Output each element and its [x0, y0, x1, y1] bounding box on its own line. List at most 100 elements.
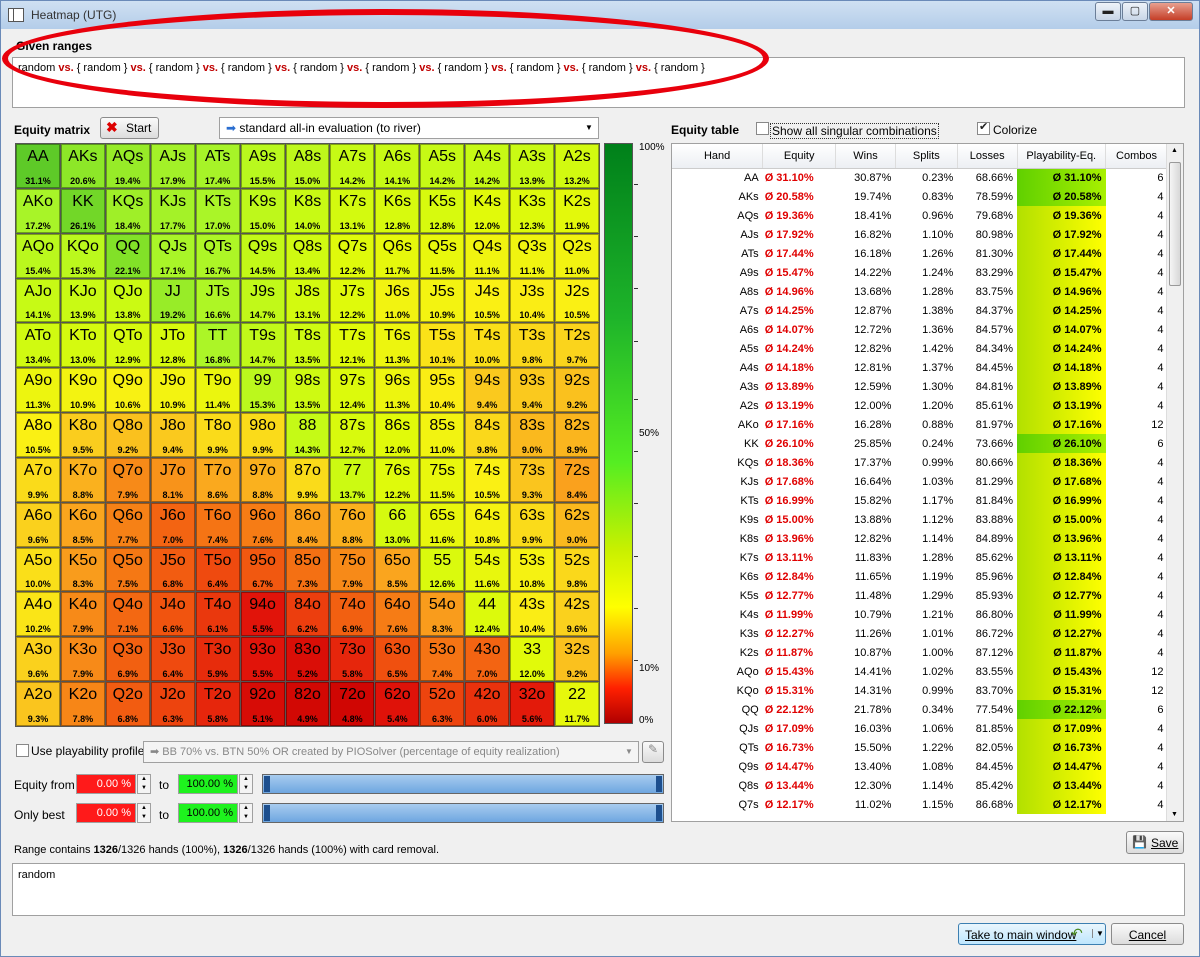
matrix-cell-K2s[interactable]: K2s 11.9% — [555, 188, 599, 233]
table-row[interactable]: K6s Ø 12.84% 11.65% 1.19% 85.96% Ø 12.84% 4 — [672, 567, 1168, 586]
matrix-cell-44[interactable]: 44 12.4% — [465, 592, 510, 637]
matrix-cell-Q3o[interactable]: Q3o 6.9% — [105, 637, 150, 682]
matrix-cell-J6o[interactable]: J6o 7.0% — [150, 502, 195, 547]
matrix-cell-J7s[interactable]: J7s 12.2% — [330, 278, 375, 323]
matrix-cell-Q5o[interactable]: Q5o 7.5% — [105, 547, 150, 592]
matrix-cell-52o[interactable]: 52o 6.3% — [420, 682, 465, 726]
table-row[interactable]: Q7s Ø 12.17% 11.02% 1.15% 86.68% Ø 12.17% 4 — [672, 795, 1168, 814]
matrix-cell-62o[interactable]: 62o 5.4% — [375, 682, 420, 726]
matrix-cell-T4s[interactable]: T4s 10.0% — [465, 323, 510, 368]
matrix-cell-32s[interactable]: 32s 9.2% — [555, 637, 599, 682]
matrix-cell-Q8s[interactable]: Q8s 13.4% — [285, 233, 330, 278]
matrix-cell-A6s[interactable]: A6s 14.1% — [375, 144, 420, 188]
matrix-cell-A9s[interactable]: A9s 15.5% — [240, 144, 285, 188]
close-button[interactable]: ✕ — [1149, 2, 1193, 21]
table-row[interactable]: K2s Ø 11.87% 10.87% 1.00% 87.12% Ø 11.87% 4 — [672, 643, 1168, 662]
matrix-cell-J6s[interactable]: J6s 11.0% — [375, 278, 420, 323]
equity-to-input[interactable]: 100.00 % — [178, 774, 238, 794]
matrix-cell-K8s[interactable]: K8s 14.0% — [285, 188, 330, 233]
matrix-cell-22[interactable]: 22 11.7% — [555, 682, 599, 726]
matrix-cell-92o[interactable]: 92o 5.1% — [240, 682, 285, 726]
table-row[interactable]: Q8s Ø 13.44% 12.30% 1.14% 85.42% Ø 13.44% 4 — [672, 776, 1168, 795]
matrix-cell-T5s[interactable]: T5s 10.1% — [420, 323, 465, 368]
matrix-cell-AKo[interactable]: AKo 17.2% — [16, 188, 60, 233]
table-row[interactable]: KQs Ø 18.36% 17.37% 0.99% 80.66% Ø 18.36% 4 — [672, 453, 1168, 472]
matrix-cell-43s[interactable]: 43s 10.4% — [510, 592, 555, 637]
table-row[interactable]: KK Ø 26.10% 25.85% 0.24% 73.66% Ø 26.10% 6 — [672, 434, 1168, 453]
take-to-main-window-button[interactable]: Take to main window ↶ ▼ — [958, 923, 1106, 945]
matrix-cell-Q4o[interactable]: Q4o 7.1% — [105, 592, 150, 637]
matrix-cell-99[interactable]: 99 15.3% — [240, 368, 285, 413]
matrix-cell-A5s[interactable]: A5s 14.2% — [420, 144, 465, 188]
matrix-cell-J5o[interactable]: J5o 6.8% — [150, 547, 195, 592]
matrix-cell-K7s[interactable]: K7s 13.1% — [330, 188, 375, 233]
matrix-cell-J4s[interactable]: J4s 10.5% — [465, 278, 510, 323]
matrix-cell-42o[interactable]: 42o 6.0% — [465, 682, 510, 726]
matrix-cell-K9s[interactable]: K9s 15.0% — [240, 188, 285, 233]
only-best-range-slider[interactable] — [262, 803, 664, 823]
matrix-cell-72s[interactable]: 72s 8.4% — [555, 457, 599, 502]
matrix-cell-54o[interactable]: 54o 8.3% — [420, 592, 465, 637]
matrix-cell-AA[interactable]: AA 31.1% — [16, 144, 60, 188]
maximize-button[interactable]: ▢ — [1122, 2, 1148, 21]
matrix-cell-74s[interactable]: 74s 10.5% — [465, 457, 510, 502]
matrix-cell-ATs[interactable]: ATs 17.4% — [195, 144, 240, 188]
table-row[interactable]: K8s Ø 13.96% 12.82% 1.14% 84.89% Ø 13.96% 4 — [672, 529, 1168, 548]
matrix-cell-J2o[interactable]: J2o 6.3% — [150, 682, 195, 726]
scrollbar-thumb[interactable] — [1169, 162, 1181, 286]
matrix-cell-82o[interactable]: 82o 4.9% — [285, 682, 330, 726]
matrix-cell-T8o[interactable]: T8o 9.9% — [195, 413, 240, 457]
matrix-cell-QTs[interactable]: QTs 16.7% — [195, 233, 240, 278]
colorize-checkbox[interactable] — [977, 120, 990, 135]
table-row[interactable]: KQo Ø 15.31% 14.31% 0.99% 83.70% Ø 15.31% 12 — [672, 681, 1168, 700]
matrix-cell-K9o[interactable]: K9o 10.9% — [60, 368, 105, 413]
matrix-cell-T6o[interactable]: T6o 7.4% — [195, 502, 240, 547]
matrix-cell-Q9o[interactable]: Q9o 10.6% — [105, 368, 150, 413]
matrix-cell-T2s[interactable]: T2s 9.7% — [555, 323, 599, 368]
matrix-cell-AJo[interactable]: AJo 14.1% — [16, 278, 60, 323]
matrix-cell-92s[interactable]: 92s 9.2% — [555, 368, 599, 413]
matrix-cell-J7o[interactable]: J7o 8.1% — [150, 457, 195, 502]
matrix-cell-A3s[interactable]: A3s 13.9% — [510, 144, 555, 188]
table-row[interactable]: AKs Ø 20.58% 19.74% 0.83% 78.59% Ø 20.58% 4 — [672, 187, 1168, 206]
range-text-field[interactable]: random — [12, 863, 1185, 916]
matrix-cell-J3o[interactable]: J3o 6.4% — [150, 637, 195, 682]
equity-to-stepper[interactable]: ▲ ▼ — [239, 774, 253, 794]
save-button[interactable]: 💾 Save — [1126, 831, 1184, 854]
matrix-cell-A4o[interactable]: A4o 10.2% — [16, 592, 60, 637]
matrix-cell-T4o[interactable]: T4o 6.1% — [195, 592, 240, 637]
matrix-cell-87o[interactable]: 87o 9.9% — [285, 457, 330, 502]
matrix-cell-J8s[interactable]: J8s 13.1% — [285, 278, 330, 323]
column-header[interactable]: Splits — [895, 144, 958, 169]
matrix-cell-84s[interactable]: 84s 9.8% — [465, 413, 510, 457]
matrix-cell-T3s[interactable]: T3s 9.8% — [510, 323, 555, 368]
matrix-cell-87s[interactable]: 87s 12.7% — [330, 413, 375, 457]
matrix-cell-T8s[interactable]: T8s 13.5% — [285, 323, 330, 368]
matrix-cell-Q9s[interactable]: Q9s 14.5% — [240, 233, 285, 278]
matrix-cell-JJ[interactable]: JJ 19.2% — [150, 278, 195, 323]
matrix-cell-QQ[interactable]: QQ 22.1% — [105, 233, 150, 278]
scroll-down-icon[interactable]: ▼ — [1171, 811, 1178, 818]
scroll-up-icon[interactable]: ▲ — [1171, 147, 1178, 154]
matrix-cell-A6o[interactable]: A6o 9.6% — [16, 502, 60, 547]
matrix-cell-Q5s[interactable]: Q5s 11.5% — [420, 233, 465, 278]
matrix-cell-T6s[interactable]: T6s 11.3% — [375, 323, 420, 368]
matrix-cell-J2s[interactable]: J2s 10.5% — [555, 278, 599, 323]
matrix-cell-J8o[interactable]: J8o 9.4% — [150, 413, 195, 457]
matrix-cell-J5s[interactable]: J5s 10.9% — [420, 278, 465, 323]
matrix-cell-96o[interactable]: 96o 7.6% — [240, 502, 285, 547]
table-row[interactable]: QJs Ø 17.09% 16.03% 1.06% 81.85% Ø 17.09% 4 — [672, 719, 1168, 738]
matrix-cell-63o[interactable]: 63o 6.5% — [375, 637, 420, 682]
matrix-cell-K4s[interactable]: K4s 12.0% — [465, 188, 510, 233]
matrix-cell-KTs[interactable]: KTs 17.0% — [195, 188, 240, 233]
matrix-cell-88[interactable]: 88 14.3% — [285, 413, 330, 457]
matrix-cell-65s[interactable]: 65s 11.6% — [420, 502, 465, 547]
matrix-cell-97s[interactable]: 97s 12.4% — [330, 368, 375, 413]
matrix-cell-K5o[interactable]: K5o 8.3% — [60, 547, 105, 592]
matrix-cell-85s[interactable]: 85s 11.0% — [420, 413, 465, 457]
matrix-cell-KQo[interactable]: KQo 15.3% — [60, 233, 105, 278]
column-header[interactable]: Equity — [762, 144, 837, 169]
matrix-cell-Q8o[interactable]: Q8o 9.2% — [105, 413, 150, 457]
matrix-cell-KJo[interactable]: KJo 13.9% — [60, 278, 105, 323]
matrix-cell-85o[interactable]: 85o 7.3% — [285, 547, 330, 592]
